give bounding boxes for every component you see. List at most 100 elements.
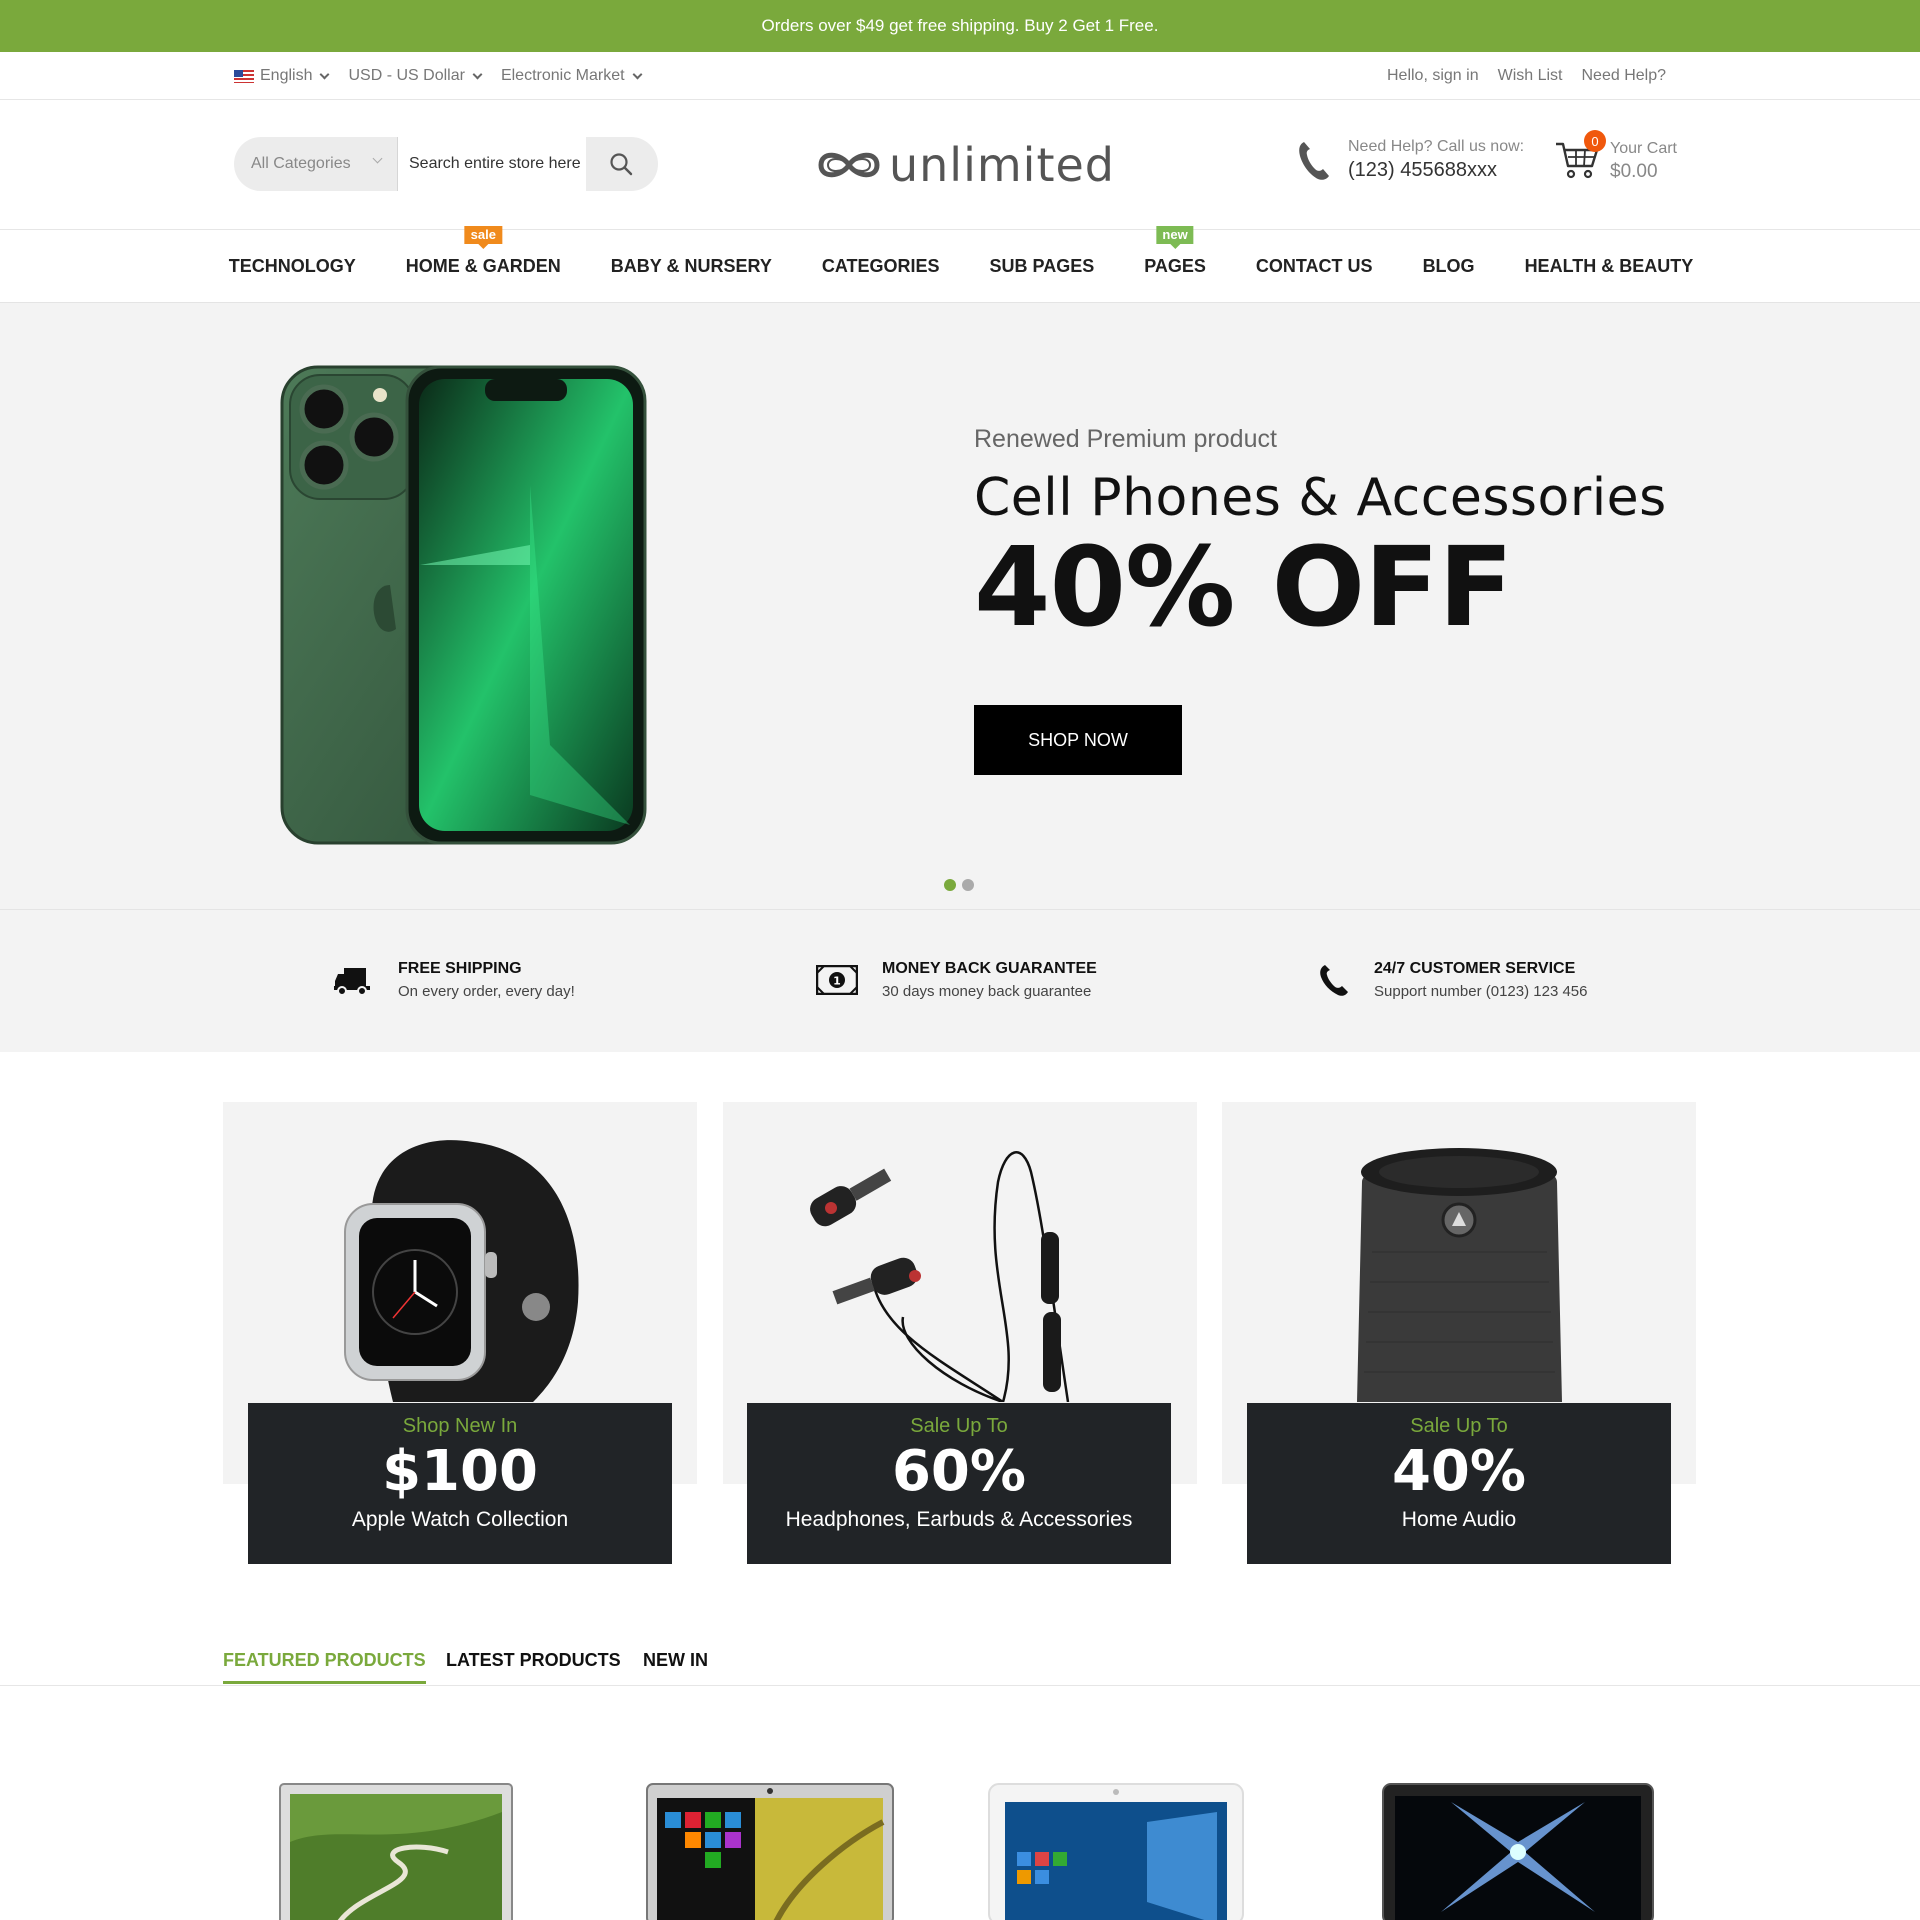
tab-featured-products[interactable]: FEATURED PRODUCTS: [223, 1650, 426, 1684]
phone-icon: [1299, 142, 1329, 180]
nav-label: CATEGORIES: [821, 255, 940, 276]
sale-tag: sale: [464, 225, 502, 249]
store-dropdown[interactable]: Electronic Market: [500, 67, 642, 85]
feature-customer-service: 24/7 CUSTOMER SERVICE Support number (01…: [1318, 960, 1587, 1000]
top-bar-settings: English USD - US Dollar Electronic Marke…: [234, 52, 642, 100]
speaker-image: [1357, 1148, 1562, 1402]
slider-dot-2[interactable]: [962, 879, 974, 891]
nav-label: HEALTH & BEAUTY: [1524, 255, 1694, 276]
money-icon: 1: [816, 965, 858, 995]
tab-latest-products[interactable]: LATEST PRODUCTS: [446, 1650, 621, 1681]
nav-label: SUB PAGES: [989, 255, 1095, 276]
slider-dot-1[interactable]: [944, 879, 956, 891]
product-image[interactable]: [645, 1782, 895, 1920]
smartphone-image: [280, 365, 647, 845]
product-image[interactable]: [1381, 1782, 1655, 1920]
earbuds-image: [810, 1151, 1070, 1404]
feature-free-shipping: FREE SHIPPING On every order, every day!: [334, 960, 575, 1000]
feature-desc: 30 days money back guarantee: [882, 983, 1092, 1000]
smartwatch-image: [344, 1140, 579, 1402]
promo-bar: Orders over $49 get free shipping. Buy 2…: [0, 0, 1920, 52]
language-label: English: [260, 67, 313, 84]
nav-item-sub-pages[interactable]: SUB PAGES: [965, 256, 1120, 277]
chevron-down-icon: [472, 69, 483, 79]
hero-slider: Renewed Premium product Cell Phones & Ac…: [0, 302, 1920, 910]
category-select[interactable]: All Categories: [234, 137, 398, 191]
banner-name: Home Audio: [1401, 1508, 1517, 1531]
product-image[interactable]: [278, 1782, 514, 1920]
cart-count-badge: 0: [1584, 130, 1606, 152]
store-label: Electronic Market: [500, 67, 625, 84]
search-button[interactable]: [586, 137, 656, 191]
search-bar: All Categories: [234, 137, 658, 191]
nav-item-pages[interactable]: new PAGES: [1119, 225, 1231, 277]
new-tag: new: [1156, 225, 1194, 249]
truck-icon: [334, 968, 370, 996]
search-icon: [610, 153, 633, 176]
feature-money-back: 1 MONEY BACK GUARANTEE 30 days money bac…: [816, 960, 1097, 1000]
cart-label: Your Cart: [1610, 140, 1677, 157]
features-strip: FREE SHIPPING On every order, every day!…: [0, 910, 1920, 1052]
feature-desc: Support number (0123) 123 456: [1374, 983, 1588, 1000]
cart-widget[interactable]: 0 Your Cart $0.00: [1554, 130, 1677, 187]
product-image[interactable]: [987, 1782, 1245, 1920]
wish-list-link[interactable]: Wish List: [1498, 67, 1563, 85]
help-contact: Need Help? Call us now: (123) 455688xxx: [1296, 138, 1524, 182]
help-phone[interactable]: (123) 455688xxx: [1348, 159, 1524, 182]
nav-item-blog[interactable]: BLOG: [1398, 256, 1500, 277]
nav-item-contact-us[interactable]: CONTACT US: [1231, 256, 1398, 277]
language-dropdown[interactable]: English: [234, 67, 330, 85]
banner-card-speaker[interactable]: Sale Up To 40% Home Audio: [1247, 1403, 1671, 1564]
sign-in-link[interactable]: Hello, sign in: [1387, 67, 1479, 85]
nav-label: BABY & NURSERY: [610, 255, 772, 276]
svg-text:1: 1: [833, 975, 841, 988]
feature-title: FREE SHIPPING: [398, 960, 522, 977]
banner-price: $100: [382, 1439, 538, 1504]
nav-item-health-beauty[interactable]: HEALTH & BEAUTY: [1500, 256, 1719, 277]
top-bar: English USD - US Dollar Electronic Marke…: [0, 52, 1920, 100]
feature-title: 24/7 CUSTOMER SERVICE: [1374, 960, 1576, 977]
banner-discount: 40%: [1391, 1439, 1527, 1504]
hero-text: Renewed Premium product Cell Phones & Ac…: [974, 425, 1667, 646]
banner-subtitle: Sale Up To: [1410, 1415, 1508, 1437]
chevron-down-icon: [372, 153, 383, 164]
hero-discount: 40% OFF: [974, 523, 1513, 651]
nav-label: PAGES: [1144, 255, 1206, 276]
infinity-logo-icon: [818, 152, 880, 178]
slider-dots: [944, 879, 974, 891]
nav-label: CONTACT US: [1255, 255, 1373, 276]
cart-icon-wrap: 0: [1554, 130, 1606, 187]
hero-title: Cell Phones & Accessories: [974, 468, 1667, 528]
banner-name: Headphones, Earbuds & Accessories: [785, 1508, 1133, 1531]
feature-desc: On every order, every day!: [398, 983, 575, 1000]
banner-subtitle: Shop New In: [402, 1415, 518, 1437]
nav-label: TECHNOLOGY: [228, 255, 356, 276]
nav-item-categories[interactable]: CATEGORIES: [797, 256, 965, 277]
top-bar-links: Hello, sign in Wish List Need Help?: [1387, 52, 1666, 100]
nav-item-home-garden[interactable]: sale HOME & GARDEN: [381, 225, 586, 277]
category-select-label: All Categories: [251, 155, 351, 172]
promo-text: Orders over $49 get free shipping. Buy 2…: [761, 16, 1159, 35]
tab-new-in[interactable]: NEW IN: [643, 1650, 708, 1681]
need-help-link[interactable]: Need Help?: [1582, 67, 1667, 85]
shop-now-button[interactable]: SHOP NOW: [974, 705, 1182, 775]
banner-name: Apple Watch Collection: [351, 1508, 569, 1531]
banner-card-smartwatch[interactable]: Shop New In $100 Apple Watch Collection: [248, 1403, 672, 1564]
search-input[interactable]: [398, 137, 586, 191]
banner-card-earbuds[interactable]: Sale Up To 60% Headphones, Earbuds & Acc…: [747, 1403, 1171, 1564]
header: All Categories unlimited Need Help? Call…: [0, 100, 1920, 230]
hero-subtitle: Renewed Premium product: [974, 425, 1277, 453]
nav-label: HOME & GARDEN: [405, 255, 561, 276]
nav-label: BLOG: [1422, 255, 1475, 276]
currency-dropdown[interactable]: USD - US Dollar: [348, 67, 483, 85]
banner-discount: 60%: [891, 1439, 1027, 1504]
site-logo[interactable]: unlimited: [815, 138, 1115, 192]
nav-item-baby-nursery[interactable]: BABY & NURSERY: [586, 256, 797, 277]
chevron-down-icon: [320, 69, 330, 79]
nav-item-technology[interactable]: TECHNOLOGY: [204, 256, 381, 277]
main-nav: TECHNOLOGY sale HOME & GARDEN BABY & NURS…: [0, 225, 1920, 302]
phone-icon: [1320, 965, 1348, 996]
chevron-down-icon: [632, 69, 642, 79]
banner-subtitle: Sale Up To: [910, 1415, 1008, 1437]
us-flag-icon: [234, 69, 254, 83]
